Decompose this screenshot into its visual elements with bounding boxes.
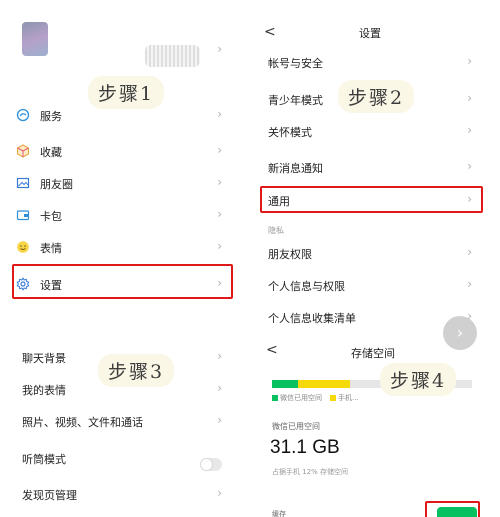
settings-item-friend-permissions[interactable]: 朋友权限 ›	[250, 238, 500, 268]
step2-annotation: 步骤2	[338, 80, 415, 113]
menu-item-label: 表情	[40, 242, 62, 255]
back-button[interactable]: <	[264, 24, 276, 40]
general-item-label: 听筒模式	[22, 453, 66, 466]
settings-item-label: 关怀模式	[268, 126, 312, 139]
menu-item-label: 朋友圈	[40, 178, 73, 191]
card-wallet-icon	[16, 208, 30, 222]
chevron-right-icon: ›	[467, 245, 472, 259]
earpiece-mode-toggle[interactable]	[200, 458, 222, 471]
chevron-right-icon: ›	[217, 413, 222, 427]
storage-page-panel: < 存储空间 微信已用空间 手机... 步骤4 微信已用空间 31.1 GB 占…	[250, 333, 500, 517]
menu-item-service[interactable]: 服务 ›	[0, 100, 250, 130]
general-item-label: 照片、视频、文件和通话	[22, 416, 143, 429]
menu-item-label: 收藏	[40, 146, 62, 159]
used-space-note: 占据手机 12% 存储空间	[272, 468, 349, 476]
general-page-panel: 聊天背景 › 步骤3 我的表情 › 照片、视频、文件和通话 › 听筒模式 发现页…	[0, 328, 250, 517]
clear-cache-highlight-box	[425, 501, 480, 517]
general-item-label: 我的表情	[22, 384, 66, 397]
chevron-right-icon: ›	[467, 159, 472, 173]
legend-wechat: 微信已用空间	[272, 393, 322, 403]
settings-item-label: 朋友权限	[268, 248, 312, 261]
used-space-value: 31.1 GB	[270, 437, 340, 458]
menu-item-moments[interactable]: 朋友圈 ›	[0, 168, 250, 198]
storage-legend: 微信已用空间 手机...	[272, 393, 359, 403]
general-item-label: 聊天背景	[22, 352, 66, 365]
chevron-right-icon: ›	[217, 381, 222, 395]
settings-item-account-security[interactable]: 帐号与安全 ›	[250, 47, 500, 77]
chevron-right-icon: ›	[217, 107, 222, 121]
avatar[interactable]	[22, 22, 48, 56]
general-item-label: 发现页管理	[22, 489, 77, 502]
chevron-right-icon: ›	[217, 143, 222, 157]
menu-item-label: 卡包	[40, 210, 62, 223]
settings-highlight-box	[12, 264, 233, 299]
chevron-right-icon: ›	[467, 91, 472, 105]
settings-item-label: 青少年模式	[268, 94, 323, 107]
phone-usage-segment	[298, 380, 350, 388]
settings-item-label: 个人信息收集清单	[268, 312, 356, 325]
general-item-discover-management[interactable]: 发现页管理 ›	[0, 479, 250, 509]
page-title: 设置	[359, 27, 381, 40]
back-button[interactable]: <	[266, 342, 278, 358]
menu-item-card-wallet[interactable]: 卡包 ›	[0, 200, 250, 230]
chevron-right-icon: ›	[467, 54, 472, 68]
settings-item-label: 帐号与安全	[268, 57, 323, 70]
chevron-right-icon: ›	[217, 175, 222, 189]
page-title: 存储空间	[351, 347, 395, 360]
service-icon	[16, 108, 30, 122]
menu-item-label: 服务	[40, 110, 62, 123]
chevron-right-icon: ›	[217, 207, 222, 221]
legend-phone: 手机...	[330, 393, 359, 403]
chevron-right-icon: ›	[467, 277, 472, 291]
cache-label: 缓存	[272, 510, 286, 517]
chevron-right-icon: ›	[217, 239, 222, 253]
settings-item-label: 新消息通知	[268, 162, 323, 175]
general-item-my-stickers[interactable]: 我的表情 ›	[0, 374, 250, 404]
settings-item-care-mode[interactable]: 关怀模式 ›	[250, 116, 500, 146]
settings-item-label: 个人信息与权限	[268, 280, 345, 293]
privacy-section-label: 隐私	[268, 226, 284, 235]
blurred-qr-area	[145, 45, 200, 67]
menu-item-stickers[interactable]: 表情 ›	[0, 232, 250, 262]
legend-phone-label: 手机...	[338, 394, 359, 402]
profile-chevron-icon: ›	[217, 42, 222, 56]
chevron-right-icon: ›	[467, 123, 472, 137]
settings-page-panel: < 设置 帐号与安全 › 青少年模式 › 步骤2 关怀模式 › 新消息通知 › …	[250, 0, 500, 333]
menu-item-favorites[interactable]: 收藏 ›	[0, 136, 250, 166]
step4-annotation: 步骤4	[380, 363, 457, 396]
general-highlight-box	[260, 186, 483, 213]
legend-wechat-label: 微信已用空间	[280, 394, 322, 402]
chevron-right-icon: ›	[217, 349, 222, 363]
chevron-right-icon: ›	[217, 486, 222, 500]
floating-next-button[interactable]: ›	[443, 316, 477, 350]
wechat-usage-segment	[272, 380, 298, 388]
moments-icon	[16, 176, 30, 190]
settings-item-personal-info-permissions[interactable]: 个人信息与权限 ›	[250, 270, 500, 300]
used-space-label: 微信已用空间	[272, 422, 320, 431]
general-item-media-files-calls[interactable]: 照片、视频、文件和通话 ›	[0, 406, 250, 436]
sticker-icon	[16, 240, 30, 254]
favorites-icon	[16, 144, 30, 158]
settings-item-notifications[interactable]: 新消息通知 ›	[250, 152, 500, 182]
me-page-panel: › 步骤1 服务 › 收藏 › 朋友圈 › 卡包 › 表情 › 设置 ›	[0, 0, 250, 328]
